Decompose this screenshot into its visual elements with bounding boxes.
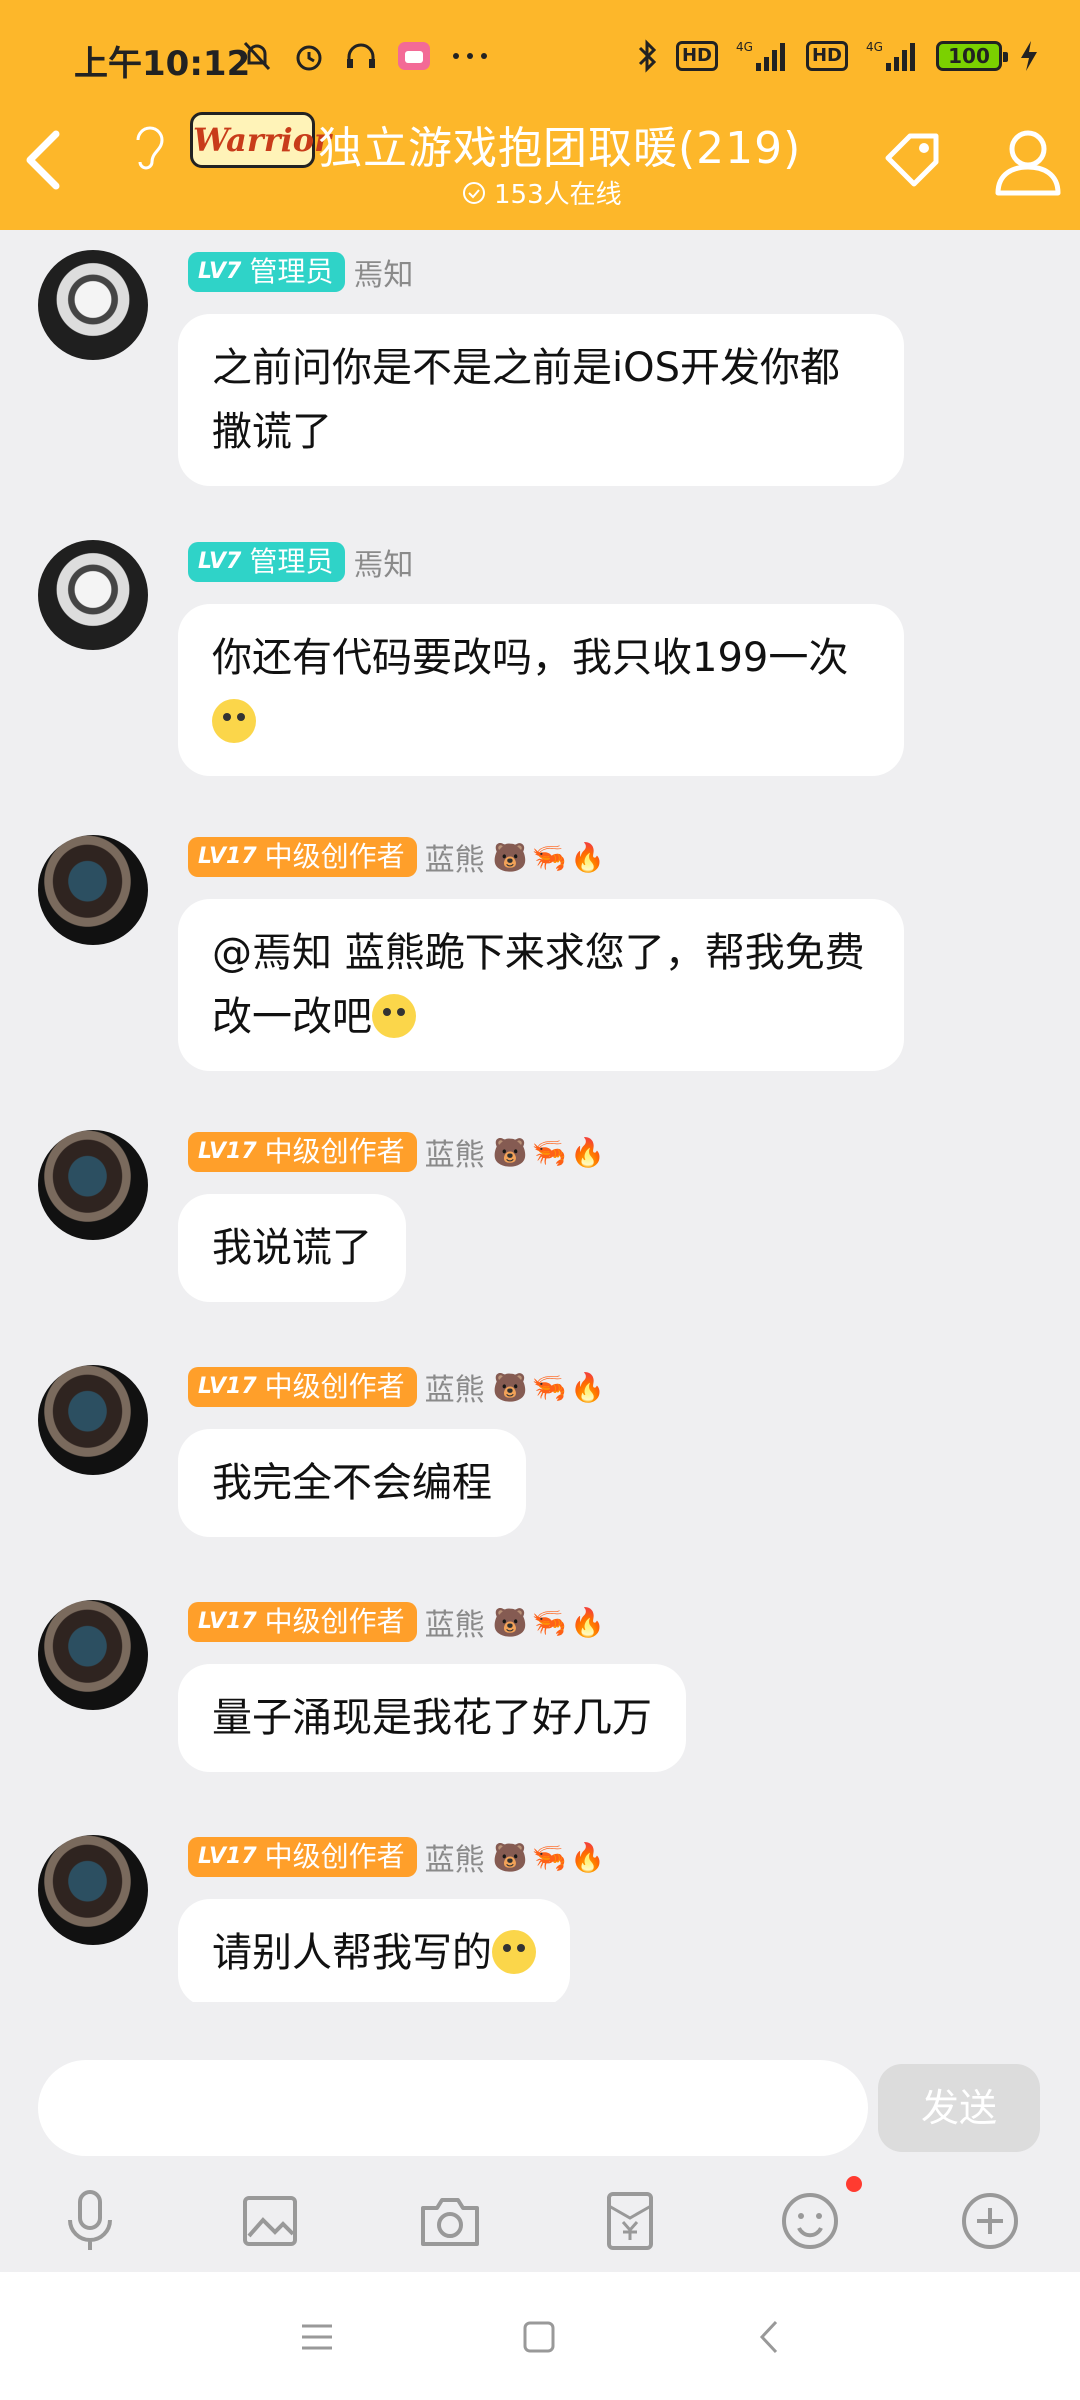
level-badge: LV7 管理员 (188, 542, 346, 582)
system-nav-bar (0, 2272, 1080, 2400)
alarm-icon (296, 45, 322, 71)
svg-text:4G: 4G (736, 40, 753, 54)
chat-header: 上午10:12 HD 4G HD 4G 100 Warrior 独立游戏抱团取暖… (0, 0, 1080, 230)
pleading-emoji-icon (492, 1930, 536, 1974)
headphones-icon (347, 43, 375, 68)
message-bubble[interactable]: 请别人帮我写的 (178, 1899, 570, 2002)
menu-icon[interactable] (292, 2312, 342, 2362)
battery-icon: 100 (936, 41, 1008, 71)
red-packet-icon[interactable] (595, 2186, 665, 2256)
level-badge: LV17 中级创作者 (188, 837, 417, 877)
bluetooth-icon (638, 39, 657, 73)
message-bubble[interactable]: 我完全不会编程 (178, 1429, 526, 1537)
back-arrow-icon[interactable] (14, 120, 74, 200)
online-count: 153人在线 (462, 174, 622, 211)
level-badge: LV17 中级创作者 (188, 1132, 417, 1172)
image-icon[interactable] (235, 2186, 305, 2256)
status-icons-left (240, 38, 490, 74)
avatar[interactable] (38, 835, 148, 945)
hd-icon-2: HD (805, 41, 848, 71)
sender-name[interactable]: 焉知 (353, 250, 413, 294)
online-status-icon (463, 181, 485, 204)
ear-icon (136, 126, 164, 170)
muted-bell-icon (243, 41, 271, 71)
clock: 上午10:12 (74, 44, 251, 84)
sender-name[interactable]: 蓝熊 (425, 1130, 485, 1174)
level-badge: LV7 管理员 (188, 252, 346, 292)
avatar[interactable] (38, 1600, 148, 1710)
signal-4g-icon-2: 4G (866, 40, 915, 71)
group-members-icon[interactable] (990, 125, 1066, 199)
sender-meta: LV17 中级创作者 蓝熊 🐻🦐🔥 (188, 1365, 609, 1409)
avatar[interactable] (38, 540, 148, 650)
sender-meta: LV17 中级创作者 蓝熊 🐻🦐🔥 (188, 1600, 609, 1644)
back-nav-icon[interactable] (744, 2312, 794, 2362)
level-badge: LV17 中级创作者 (188, 1837, 417, 1877)
sender-name[interactable]: 蓝熊 (425, 835, 485, 879)
sender-decorations: 🐻🦐🔥 (492, 1370, 610, 1404)
emoji-icon[interactable] (775, 2186, 845, 2256)
bilibili-app-icon (398, 42, 430, 70)
sender-meta: LV17 中级创作者 蓝熊 🐻🦐🔥 (188, 1130, 609, 1174)
sender-meta: LV17 中级创作者 蓝熊 🐻🦐🔥 (188, 835, 609, 879)
message-bubble[interactable]: @焉知 蓝熊跪下来求您了，帮我免费改一改吧 (178, 899, 904, 1071)
avatar[interactable] (38, 250, 148, 360)
signal-4g-icon: 4G (736, 40, 785, 71)
message-list[interactable]: LV7 管理员 焉知 之前问你是不是之前是iOS开发你都撒谎了 LV7 管理员 焉知… (0, 230, 1080, 2002)
group-logo: Warrior (190, 112, 331, 168)
group-title: 独立游戏抱团取暖(219) (318, 123, 802, 174)
input-toolbar (0, 2170, 1080, 2270)
avatar[interactable] (38, 1835, 148, 1945)
svg-text:4G: 4G (866, 40, 883, 54)
notification-dot (846, 2176, 862, 2192)
send-button[interactable]: 发送 (878, 2064, 1040, 2152)
sender-decorations: 🐻🦐🔥 (492, 1840, 610, 1874)
message-bubble[interactable]: 你还有代码要改吗，我只收199一次 (178, 604, 904, 776)
sender-meta: LV7 管理员 焉知 (188, 540, 413, 584)
sender-decorations: 🐻🦐🔥 (492, 1605, 610, 1639)
message-bubble[interactable]: 我说谎了 (178, 1194, 406, 1302)
sender-name[interactable]: 蓝熊 (425, 1600, 485, 1644)
plus-icon[interactable] (955, 2186, 1025, 2256)
charging-icon (1021, 41, 1037, 71)
camera-icon[interactable] (415, 2186, 485, 2256)
sender-decorations: 🐻🦐🔥 (492, 1135, 610, 1169)
message-bubble[interactable]: 量子涌现是我花了好几万 (178, 1664, 686, 1772)
hd-icon: HD (675, 41, 718, 71)
home-square-icon[interactable] (514, 2312, 564, 2362)
avatar[interactable] (38, 1130, 148, 1240)
level-badge: LV17 中级创作者 (188, 1367, 417, 1407)
sender-name[interactable]: 蓝熊 (425, 1835, 485, 1879)
sender-decorations: 🐻🦐🔥 (492, 840, 610, 874)
status-icons-right: HD 4G HD 4G 100 (634, 38, 1040, 74)
microphone-icon[interactable] (55, 2186, 125, 2256)
status-bar: 上午10:12 HD 4G HD 4G 100 (0, 28, 1080, 88)
message-text: 你还有代码要改吗，我只收199一次 (212, 635, 849, 681)
smirk-emoji-icon (212, 699, 256, 743)
message-bubble[interactable]: 之前问你是不是之前是iOS开发你都撒谎了 (178, 314, 904, 486)
message-input[interactable] (38, 2060, 868, 2156)
sender-meta: LV17 中级创作者 蓝熊 🐻🦐🔥 (188, 1835, 609, 1879)
sender-meta: LV7 管理员 焉知 (188, 250, 413, 294)
sender-name[interactable]: 焉知 (353, 540, 413, 584)
share-icon[interactable] (880, 128, 946, 194)
avatar[interactable] (38, 1365, 148, 1475)
pleading-emoji-icon (372, 994, 416, 1038)
message-text: 请别人帮我写的 (212, 1930, 492, 1976)
message-text: @焉知 蓝熊跪下来求您了，帮我免费改一改吧 (212, 930, 865, 1040)
online-count-label: 153人在线 (494, 180, 622, 210)
sender-name[interactable]: 蓝熊 (425, 1365, 485, 1409)
level-badge: LV17 中级创作者 (188, 1602, 417, 1642)
more-icon (453, 53, 487, 59)
